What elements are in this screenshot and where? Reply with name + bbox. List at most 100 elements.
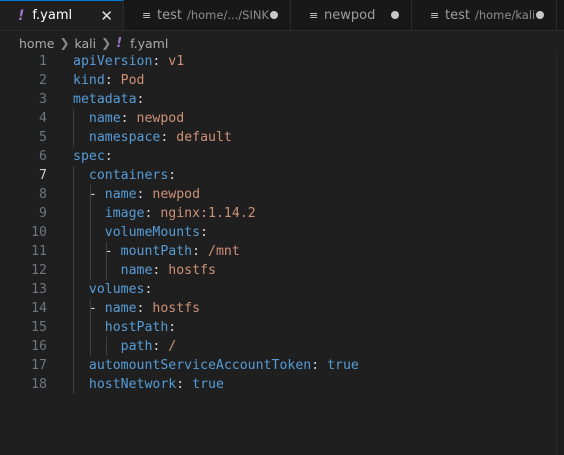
yaml-key: image: [104, 206, 145, 221]
line-number: 4: [39, 111, 47, 126]
unsaved-dot-icon[interactable]: [391, 11, 399, 19]
code-text: hostPath:: [73, 318, 176, 337]
unsaved-dot-icon[interactable]: [536, 11, 544, 19]
yaml-key: hostNetwork: [88, 377, 177, 392]
editor-window: ! f.yaml ✕ ≡ test /home/.../SINK ≡ newpo…: [0, 0, 564, 455]
code-line[interactable]: 15 hostPath:: [0, 318, 564, 337]
yaml-key: volumes: [88, 282, 145, 297]
yaml-value: default: [168, 130, 232, 145]
yaml-key: automountServiceAccountToken: [88, 358, 312, 373]
line-number: 11: [31, 244, 47, 259]
code-text: apiVersion: v1: [73, 52, 184, 71]
line-number: 2: [39, 73, 47, 88]
yaml-key: name: [88, 111, 121, 126]
file-lines-icon: ≡: [430, 8, 440, 22]
file-lines-icon: ≡: [309, 8, 319, 22]
yaml-key: volumeMounts: [104, 225, 201, 240]
line-number: 10: [31, 225, 47, 240]
code-text: - mountPath: /mnt: [73, 242, 240, 261]
code-text: volumeMounts:: [73, 223, 208, 242]
breadcrumb-item-home[interactable]: home: [19, 36, 54, 51]
code-text: metadata:: [73, 90, 144, 109]
line-number: 3: [39, 92, 47, 107]
code-text: containers:: [73, 166, 176, 185]
yaml-value: v1: [160, 54, 185, 69]
yaml-key: hostPath: [104, 320, 169, 335]
yaml-colon: :: [104, 73, 113, 88]
chevron-right-icon: ❯: [59, 36, 70, 50]
yaml-key: path: [120, 339, 153, 354]
code-editor[interactable]: 1 apiVersion: v1 2 kind: Pod 3 metadata: 4 nam…: [0, 52, 564, 455]
code-line[interactable]: 5 namespace: default: [0, 128, 564, 147]
yaml-key: name: [120, 263, 153, 278]
yaml-value: newpod: [128, 111, 185, 126]
code-line[interactable]: 1 apiVersion: v1: [0, 52, 564, 71]
code-line[interactable]: 10 volumeMounts:: [0, 223, 564, 242]
file-lines-icon: ≡: [142, 8, 152, 22]
line-number: 16: [31, 339, 47, 354]
code-text: namespace: default: [73, 128, 232, 147]
yaml-key: metadata: [73, 92, 137, 107]
line-number: 7: [39, 168, 47, 183]
tab-label: test: [157, 7, 182, 23]
line-number: 8: [39, 187, 47, 202]
line-number: 9: [39, 206, 47, 221]
code-text: hostNetwork: true: [73, 375, 224, 394]
tab-bar: ! f.yaml ✕ ≡ test /home/.../SINK ≡ newpo…: [0, 0, 564, 31]
yaml-value: true: [319, 358, 359, 373]
yaml-exclamation-icon: !: [116, 35, 123, 51]
code-line[interactable]: 6 spec:: [0, 147, 564, 166]
breadcrumb-item-file[interactable]: f.yaml: [130, 36, 168, 51]
yaml-colon: :: [104, 149, 113, 164]
tab-path: /home/.../SINK: [186, 8, 269, 22]
code-line[interactable]: 12 name: hostfs: [0, 261, 564, 280]
code-line[interactable]: 17 automountServiceAccountToken: true: [0, 356, 564, 375]
yaml-value: newpod: [144, 187, 201, 202]
close-icon[interactable]: ✕: [100, 7, 113, 25]
code-text: automountServiceAccountToken: true: [73, 356, 359, 375]
yaml-key: mountPath: [120, 244, 193, 259]
code-indent: -: [73, 187, 105, 202]
tab-f-yaml[interactable]: ! f.yaml ✕: [0, 0, 124, 30]
unsaved-dot-icon[interactable]: [270, 11, 278, 19]
yaml-colon: :: [120, 111, 129, 126]
code-line[interactable]: 14 - name: hostfs: [0, 299, 564, 318]
yaml-value: true: [184, 377, 224, 392]
code-line[interactable]: 3 metadata:: [0, 90, 564, 109]
yaml-exclamation-icon: !: [18, 7, 25, 24]
breadcrumb-item-kali[interactable]: kali: [75, 36, 97, 51]
code-text: path: /: [73, 337, 177, 356]
breadcrumb: home ❯ kali ❯ ! f.yaml: [19, 33, 168, 53]
code-line[interactable]: 7 containers:: [0, 166, 564, 185]
line-number: 1: [39, 54, 47, 69]
code-line[interactable]: 2 kind: Pod: [0, 71, 564, 90]
code-line[interactable]: 9 image: nginx:1.14.2: [0, 204, 564, 223]
code-line[interactable]: 11 - mountPath: /mnt: [0, 242, 564, 261]
tab-test-sink[interactable]: ≡ test /home/.../SINK: [124, 0, 291, 30]
line-number: 18: [31, 377, 47, 392]
code-line[interactable]: 18 hostNetwork: true: [0, 375, 564, 394]
code-line[interactable]: 16 path: /: [0, 337, 564, 356]
vertical-scrollbar[interactable]: [556, 52, 564, 455]
code-text: kind: Pod: [73, 71, 144, 90]
yaml-colon: :: [311, 358, 320, 373]
yaml-colon: :: [200, 225, 208, 240]
yaml-key: name: [104, 187, 137, 202]
tab-test-kali[interactable]: ≡ test /home/kali: [412, 0, 557, 30]
code-line[interactable]: 13 volumes:: [0, 280, 564, 299]
code-text: - name: newpod: [73, 185, 200, 204]
yaml-value: /: [160, 339, 177, 354]
yaml-value: /mnt: [200, 244, 240, 259]
code-line[interactable]: 4 name: newpod: [0, 109, 564, 128]
yaml-colon: :: [176, 377, 185, 392]
code-line[interactable]: 8 - name: newpod: [0, 185, 564, 204]
yaml-key: kind: [73, 73, 105, 88]
tab-newpod[interactable]: ≡ newpod: [291, 0, 412, 30]
